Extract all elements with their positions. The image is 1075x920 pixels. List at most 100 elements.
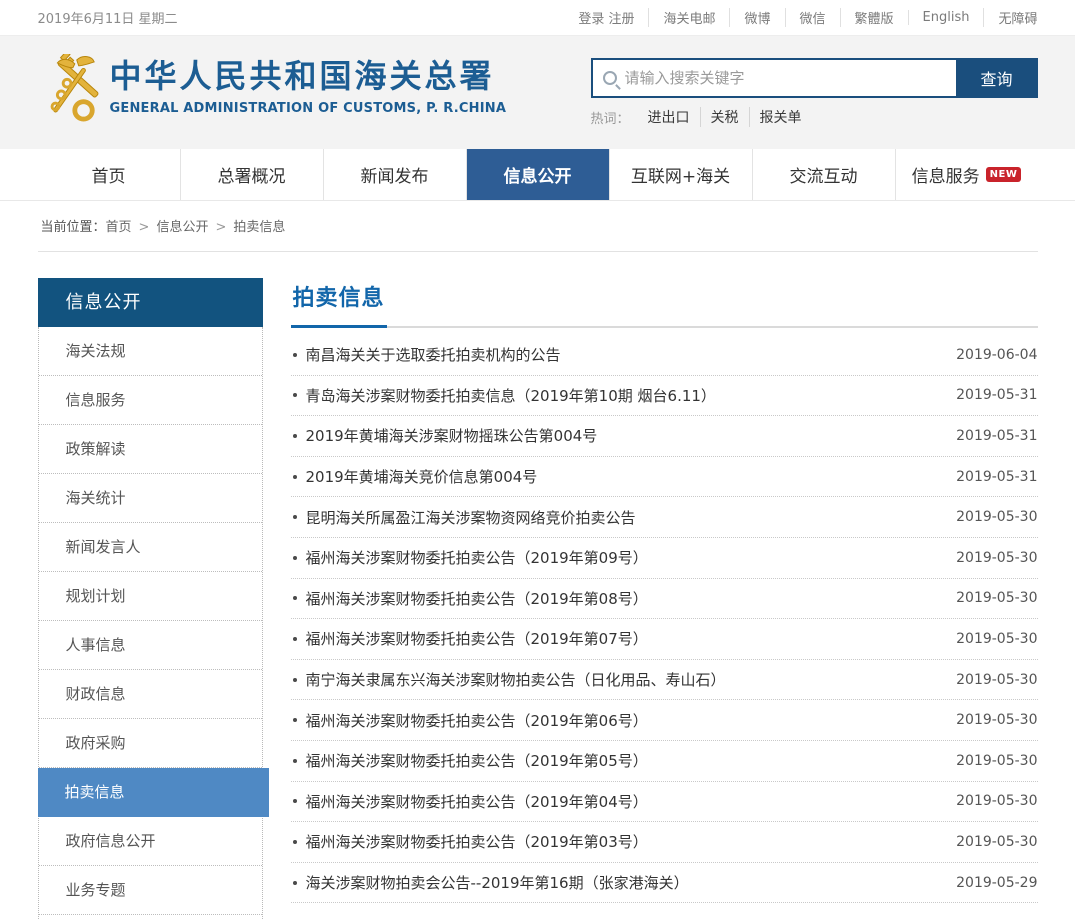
list-item-title[interactable]: 福州海关涉案财物委托拍卖公告（2019年第03号） <box>306 831 937 852</box>
new-badge: NEW <box>986 167 1022 182</box>
list-item-date: 2019-05-29 <box>956 875 1037 891</box>
list-item: 南昌海关关于选取委托拍卖机构的公告 2019-06-04 <box>291 335 1038 376</box>
sidebar-item[interactable]: 财政信息 <box>39 670 262 719</box>
main-nav: 首页 总署概况 新闻发布 信息公开 互联网+海关 交流互动 信息服务 NEW <box>0 149 1075 201</box>
list-item-title[interactable]: 福州海关涉案财物委托拍卖公告（2019年第07号） <box>306 628 937 649</box>
list-item-title[interactable]: 青岛海关涉案财物委托拍卖信息（2019年第10期 烟台6.11） <box>306 385 937 406</box>
top-utility-bar: 2019年6月11日 星期二 登录 注册海关电邮微博微信繁體版English无障… <box>0 0 1075 36</box>
list-item-title[interactable]: 福州海关涉案财物委托拍卖公告（2019年第04号） <box>306 791 937 812</box>
sidebar-item[interactable]: 拍卖信息 <box>38 768 269 817</box>
nav-item-label: 信息公开 <box>504 162 572 187</box>
breadcrumb-link[interactable]: 首页 <box>106 216 132 235</box>
site-brand[interactable]: 中华人民共和国海关总署 GENERAL ADMINISTRATION OF CU… <box>38 52 507 128</box>
nav-item[interactable]: 首页 <box>38 149 180 200</box>
list-item-title[interactable]: 福州海关涉案财物委托拍卖公告（2019年第09号） <box>306 547 937 568</box>
top-link[interactable]: 登录 注册 <box>564 8 648 27</box>
sidebar-item[interactable]: 业务专题 <box>39 866 262 915</box>
sidebar-item[interactable]: 政策解读 <box>39 425 262 474</box>
list-item-title[interactable]: 海关涉案财物拍卖会公告--2019年第16期（张家港海关） <box>306 872 937 893</box>
list-item-title[interactable]: 南宁海关隶属东兴海关涉案财物拍卖公告（日化用品、寿山石） <box>306 669 937 690</box>
breadcrumb-label: 当前位置： <box>41 216 106 235</box>
top-link[interactable]: 繁體版 <box>840 8 908 27</box>
sidebar-item[interactable]: 规划计划 <box>39 572 262 621</box>
list-item-title[interactable]: 2019年黄埔海关涉案财物摇珠公告第004号 <box>306 425 937 446</box>
list-item: 2019年黄埔海关涉案财物摇珠公告第004号 2019-05-31 <box>291 416 1038 457</box>
nav-item[interactable]: 信息服务 NEW <box>895 149 1038 200</box>
list-item-title[interactable]: 福州海关涉案财物委托拍卖公告（2019年第05号） <box>306 750 937 771</box>
sidebar-item[interactable]: 征求意见 <box>39 915 262 920</box>
list-item-date: 2019-05-30 <box>956 793 1037 809</box>
top-link[interactable]: 无障碍 <box>983 8 1037 27</box>
list-item: 福州海关涉案财物委托拍卖公告（2019年第09号） 2019-05-30 <box>291 538 1038 579</box>
list-item: 昆明海关所属盈江海关涉案物资网络竞价拍卖公告 2019-05-30 <box>291 497 1038 538</box>
search-input[interactable] <box>625 69 946 87</box>
hotword-link[interactable]: 报关单 <box>749 107 812 127</box>
list-item-date: 2019-05-30 <box>956 672 1037 688</box>
sidebar-item[interactable]: 政府信息公开 <box>39 817 262 866</box>
bullet-icon <box>293 596 297 600</box>
bullet-icon <box>293 718 297 722</box>
top-link[interactable]: 微博 <box>729 8 784 27</box>
hotwords-label: 热词： <box>591 108 630 127</box>
bullet-icon <box>293 840 297 844</box>
nav-item[interactable]: 信息公开 <box>466 149 609 200</box>
nav-item-label: 首页 <box>92 162 126 187</box>
hotword-link[interactable]: 进出口 <box>638 107 700 127</box>
list-item-title[interactable]: 南昌海关关于选取委托拍卖机构的公告 <box>306 344 937 365</box>
list-item: 福州海关涉案财物委托拍卖公告（2019年第03号） 2019-05-30 <box>291 822 1038 863</box>
list-item-date: 2019-05-31 <box>956 469 1037 485</box>
list-item-date: 2019-05-30 <box>956 834 1037 850</box>
nav-item[interactable]: 交流互动 <box>752 149 895 200</box>
list-item: 福州海关涉案财物委托拍卖公告（2019年第08号） 2019-05-30 <box>291 579 1038 620</box>
top-link[interactable]: 微信 <box>785 8 840 27</box>
site-subtitle: GENERAL ADMINISTRATION OF CUSTOMS, P. R.… <box>110 101 507 116</box>
nav-item-label: 信息服务 <box>912 162 980 187</box>
breadcrumb-link[interactable]: 信息公开 <box>132 216 209 235</box>
hotword-link[interactable]: 关税 <box>700 107 749 127</box>
customs-emblem-icon <box>38 54 100 128</box>
list-item-title[interactable]: 福州海关涉案财物委托拍卖公告（2019年第08号） <box>306 588 937 609</box>
nav-item-label: 总署概况 <box>218 162 286 187</box>
list-item-date: 2019-05-30 <box>956 631 1037 647</box>
breadcrumb: 当前位置： 首页信息公开拍卖信息 <box>38 201 1038 252</box>
sidebar-item[interactable]: 海关统计 <box>39 474 262 523</box>
list-item: 福州海关涉案财物委托拍卖公告（2019年第05号） 2019-05-30 <box>291 741 1038 782</box>
list-item-title[interactable]: 2019年黄埔海关竞价信息第004号 <box>306 466 937 487</box>
main-panel: 拍卖信息 南昌海关关于选取委托拍卖机构的公告 2019-06-04 青岛海关涉案… <box>291 278 1038 903</box>
list-item-date: 2019-06-04 <box>956 347 1037 363</box>
list-item-title[interactable]: 昆明海关所属盈江海关涉案物资网络竞价拍卖公告 <box>306 507 937 528</box>
list-item: 福州海关涉案财物委托拍卖公告（2019年第06号） 2019-05-30 <box>291 700 1038 741</box>
sidebar-item[interactable]: 新闻发言人 <box>39 523 262 572</box>
bullet-icon <box>293 678 297 682</box>
nav-item[interactable]: 总署概况 <box>180 149 323 200</box>
nav-item[interactable]: 互联网+海关 <box>609 149 752 200</box>
top-link[interactable]: English <box>908 10 984 25</box>
breadcrumb-link[interactable]: 拍卖信息 <box>208 216 285 235</box>
bullet-icon <box>293 881 297 885</box>
nav-item-label: 新闻发布 <box>361 162 429 187</box>
auction-list: 南昌海关关于选取委托拍卖机构的公告 2019-06-04 青岛海关涉案财物委托拍… <box>291 335 1038 903</box>
sidebar-item[interactable]: 信息服务 <box>39 376 262 425</box>
search-button[interactable]: 查询 <box>956 58 1038 98</box>
search-area: 查询 热词： 进出口关税报关单 <box>591 58 1038 127</box>
site-title: 中华人民共和国海关总署 <box>110 58 507 95</box>
bullet-icon <box>293 515 297 519</box>
bullet-icon <box>293 353 297 357</box>
bullet-icon <box>293 434 297 438</box>
bullet-icon <box>293 799 297 803</box>
bullet-icon <box>293 637 297 641</box>
sidebar-item[interactable]: 政府采购 <box>39 719 262 768</box>
search-field-frame <box>591 58 956 98</box>
sidebar-item[interactable]: 海关法规 <box>39 327 262 376</box>
list-item: 青岛海关涉案财物委托拍卖信息（2019年第10期 烟台6.11） 2019-05… <box>291 376 1038 417</box>
top-link[interactable]: 海关电邮 <box>648 8 729 27</box>
list-item-title[interactable]: 福州海关涉案财物委托拍卖公告（2019年第06号） <box>306 710 937 731</box>
bullet-icon <box>293 759 297 763</box>
list-item: 海关涉案财物拍卖会公告--2019年第16期（张家港海关） 2019-05-29 <box>291 863 1038 904</box>
bullet-icon <box>293 475 297 479</box>
list-item: 福州海关涉案财物委托拍卖公告（2019年第04号） 2019-05-30 <box>291 782 1038 823</box>
nav-item[interactable]: 新闻发布 <box>323 149 466 200</box>
sidebar-item[interactable]: 人事信息 <box>39 621 262 670</box>
list-item-date: 2019-05-30 <box>956 550 1037 566</box>
site-header: 中华人民共和国海关总署 GENERAL ADMINISTRATION OF CU… <box>0 36 1075 149</box>
